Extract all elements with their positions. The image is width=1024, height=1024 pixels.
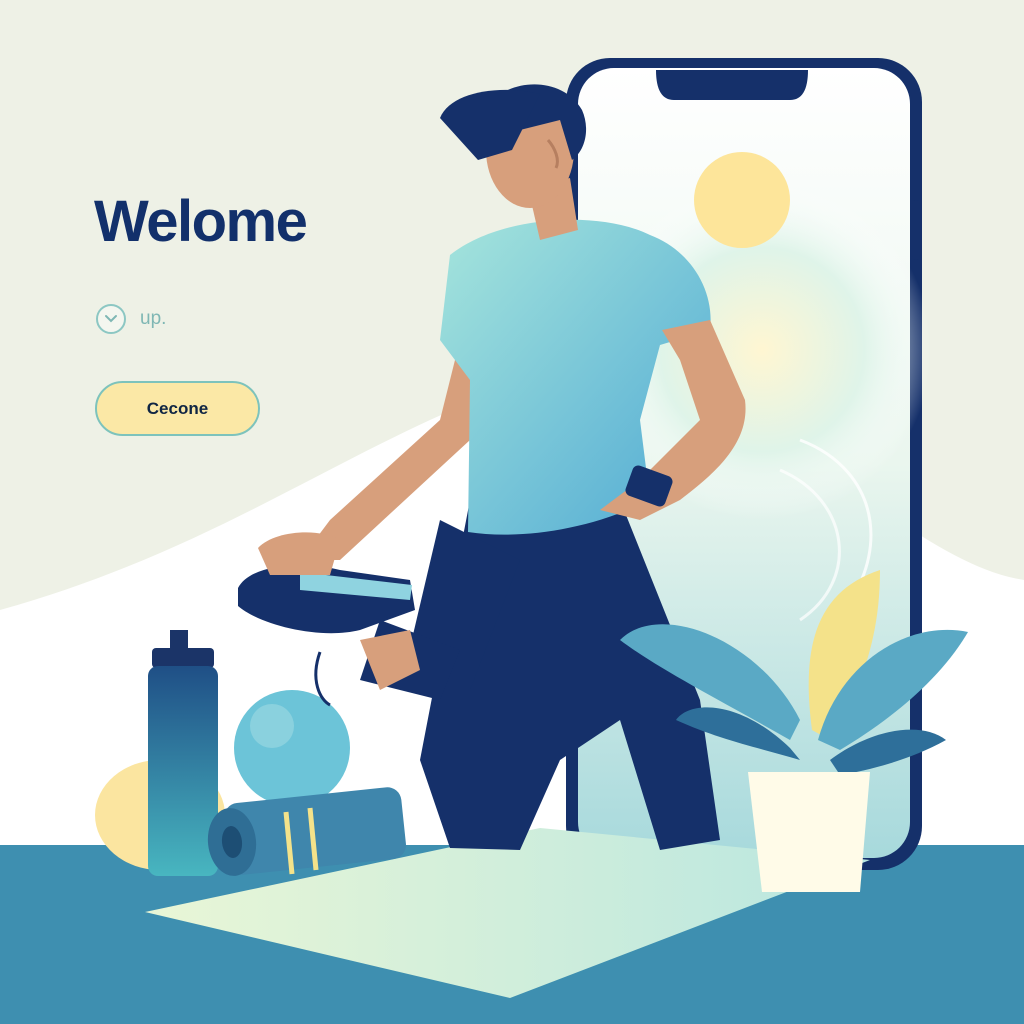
exercise-ball	[234, 690, 350, 806]
chevron-down-icon[interactable]	[96, 304, 126, 334]
continue-button[interactable]: Cecone	[95, 381, 260, 436]
water-bottle	[148, 630, 218, 876]
welcome-title: Welome	[94, 189, 308, 254]
sign-up-link[interactable]: up.	[96, 304, 166, 334]
sign-up-text[interactable]: up.	[140, 308, 166, 330]
fitness-illustration	[0, 58, 1024, 1024]
